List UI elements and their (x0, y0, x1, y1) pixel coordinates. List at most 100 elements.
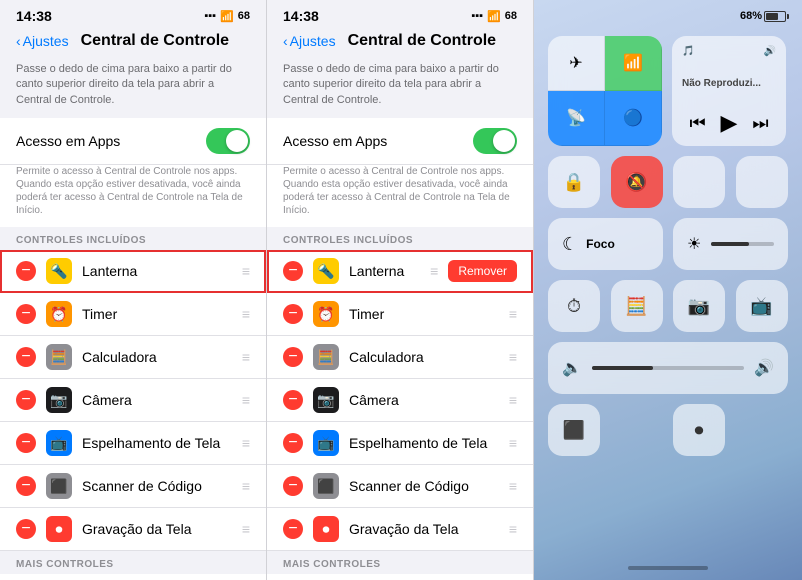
back-chevron-2: ‹ (283, 33, 288, 49)
label-timer-1: Timer (82, 306, 232, 322)
drag-espelhamento-1: ≡ (242, 435, 250, 451)
item-camera-1[interactable]: − 📷 Câmera ≡ (0, 379, 266, 422)
item-calc-2[interactable]: − 🧮 Calculadora ≡ (267, 336, 533, 379)
minus-btn-espelhamento-1[interactable]: − (16, 433, 36, 453)
moon-icon: ☾ (562, 234, 578, 255)
cc-lock-rotation-btn[interactable]: 🔒 (548, 156, 600, 208)
cc-prev-btn[interactable]: ⏮ (689, 113, 705, 134)
icon-camera-2: 📷 (313, 387, 339, 413)
cc-calc-btn[interactable]: 🧮 (611, 280, 663, 332)
cc-np-icon: 🎵 (682, 46, 694, 57)
nav-bar-1: ‹ Ajustes Central de Controle (0, 28, 266, 56)
item-timer-2[interactable]: − ⏰ Timer ≡ (267, 293, 533, 336)
page-title-2: Central de Controle (348, 32, 496, 50)
volume-fill (592, 366, 653, 370)
minus-btn-gravacao-2[interactable]: − (283, 519, 303, 539)
remover-button[interactable]: Remover (448, 260, 517, 282)
cc-scan-btn[interactable]: ⬛ (548, 404, 600, 456)
section-included-1: CONTROLES INCLUÍDOS (0, 227, 266, 250)
item-camera-2[interactable]: − 📷 Câmera ≡ (267, 379, 533, 422)
minus-btn-lanterna-1[interactable]: − (16, 261, 36, 281)
cc-row-3: ☾ Foco ☀ (548, 218, 788, 270)
description-2: Passe o dedo de cima para baixo a partir… (267, 56, 533, 118)
cc-bt-btn[interactable]: 🔵 (605, 91, 662, 146)
icon-camera-1: 📷 (46, 387, 72, 413)
label-scanner-1: Scanner de Código (82, 478, 232, 494)
minus-btn-camera-1[interactable]: − (16, 390, 36, 410)
minus-btn-scanner-1[interactable]: − (16, 476, 36, 496)
drag-timer-2: ≡ (509, 306, 517, 322)
minus-btn-calc-1[interactable]: − (16, 347, 36, 367)
cc-brightness-slider[interactable]: ☀ (673, 218, 788, 270)
cc-airplane-btn[interactable]: ✈ (548, 36, 605, 91)
minus-btn-calc-2[interactable]: − (283, 347, 303, 367)
cc-row-4: ⏱ 🧮 📷 📺 (548, 280, 788, 332)
brightness-track (711, 242, 774, 246)
minus-btn-espelhamento-2[interactable]: − (283, 433, 303, 453)
drag-gravacao-1: ≡ (242, 521, 250, 537)
icon-scanner-2: ⬛ (313, 473, 339, 499)
time-2: 14:38 (283, 8, 319, 24)
access-toggle-2[interactable] (473, 128, 517, 154)
panel-control-center: 68% ✈ 📶 📡 🔵 🎵 🔊 Não Reproduzi... (534, 0, 802, 580)
item-lanterna-2[interactable]: − 🔦 Lanterna ≡ Remover (267, 250, 533, 293)
battery-icon-2: 68 (505, 10, 517, 22)
drag-lanterna-2: ≡ (430, 263, 438, 279)
cc-volume-slider[interactable]: 🔈 🔊 (548, 342, 788, 394)
section-more-2: MAIS CONTROLES (267, 551, 533, 574)
label-scanner-2: Scanner de Código (349, 478, 499, 494)
volume-track (592, 366, 744, 370)
minus-btn-timer-1[interactable]: − (16, 304, 36, 324)
minus-btn-gravacao-1[interactable]: − (16, 519, 36, 539)
cc-focus-btn[interactable]: ☾ Foco (548, 218, 663, 270)
label-gravacao-2: Gravação da Tela (349, 521, 499, 537)
cc-timer-btn[interactable]: ⏱ (548, 280, 600, 332)
access-desc-1: Permite o acesso à Central de Controle n… (0, 165, 266, 227)
icon-lanterna-1: 🔦 (46, 258, 72, 284)
item-espelhamento-1[interactable]: − 📺 Espelhamento de Tela ≡ (0, 422, 266, 465)
item-lanterna-1[interactable]: − 🔦 Lanterna ≡ (0, 250, 266, 293)
minus-btn-lanterna-2[interactable]: − (283, 261, 303, 281)
item-scanner-1[interactable]: − ⬛ Scanner de Código ≡ (0, 465, 266, 508)
cc-cellular-btn[interactable]: 📶 (605, 36, 662, 91)
section-more-1: MAIS CONTROLES (0, 551, 266, 574)
cc-wifi-btn[interactable]: 📡 (548, 91, 605, 146)
cc-next-btn[interactable]: ⏭ (752, 113, 768, 134)
item-calc-1[interactable]: − 🧮 Calculadora ≡ (0, 336, 266, 379)
icon-gravacao-1: ⏺ (46, 516, 72, 542)
label-lanterna-1: Lanterna (82, 263, 232, 279)
cc-mirror-btn[interactable]: 📺 (736, 280, 788, 332)
label-gravacao-1: Gravação da Tela (82, 521, 232, 537)
signal-icon-2: ▪▪▪ (471, 10, 483, 22)
item-gravacao-2[interactable]: − ⏺ Gravação da Tela ≡ (267, 508, 533, 551)
cc-now-playing: 🎵 🔊 Não Reproduzi... ⏮ ▶ ⏭ (672, 36, 786, 146)
cc-row-2: 🔒 🔕 (548, 156, 788, 208)
minus-btn-scanner-2[interactable]: − (283, 476, 303, 496)
icon-espelhamento-1: 📺 (46, 430, 72, 456)
cc-grid: ✈ 📶 📡 🔵 🎵 🔊 Não Reproduzi... ⏮ ▶ ⏭ (534, 28, 802, 464)
status-bar-1: 14:38 ▪▪▪ 📶 68 (0, 0, 266, 28)
cc-play-btn[interactable]: ▶ (721, 110, 738, 136)
cc-silent-btn[interactable]: 🔕 (611, 156, 663, 208)
cc-focus-label: Foco (586, 237, 615, 251)
wifi-icon-2: 📶 (487, 10, 501, 23)
nav-bar-2: ‹ Ajustes Central de Controle (267, 28, 533, 56)
item-acesso-2[interactable]: + ⬜ Acesso Guiado (267, 574, 533, 580)
access-toggle-1[interactable] (206, 128, 250, 154)
item-acesso-1[interactable]: + ⬜ Acesso Guiado (0, 574, 266, 580)
item-scanner-2[interactable]: − ⬛ Scanner de Código ≡ (267, 465, 533, 508)
icon-lanterna-2: 🔦 (313, 258, 339, 284)
item-espelhamento-2[interactable]: − 📺 Espelhamento de Tela ≡ (267, 422, 533, 465)
panel-2: 14:38 ▪▪▪ 📶 68 ‹ Ajustes Central de Cont… (267, 0, 534, 580)
item-gravacao-1[interactable]: − ⏺ Gravação da Tela ≡ (0, 508, 266, 551)
label-camera-1: Câmera (82, 392, 232, 408)
item-timer-1[interactable]: − ⏰ Timer ≡ (0, 293, 266, 336)
cc-record-btn[interactable]: ⏺ (673, 404, 725, 456)
minus-btn-camera-2[interactable]: − (283, 390, 303, 410)
drag-timer-1: ≡ (242, 306, 250, 322)
minus-btn-timer-2[interactable]: − (283, 304, 303, 324)
cc-camera-btn[interactable]: 📷 (673, 280, 725, 332)
back-chevron-1: ‹ (16, 33, 21, 49)
back-button-2[interactable]: ‹ Ajustes (283, 33, 336, 49)
back-button-1[interactable]: ‹ Ajustes (16, 33, 69, 49)
